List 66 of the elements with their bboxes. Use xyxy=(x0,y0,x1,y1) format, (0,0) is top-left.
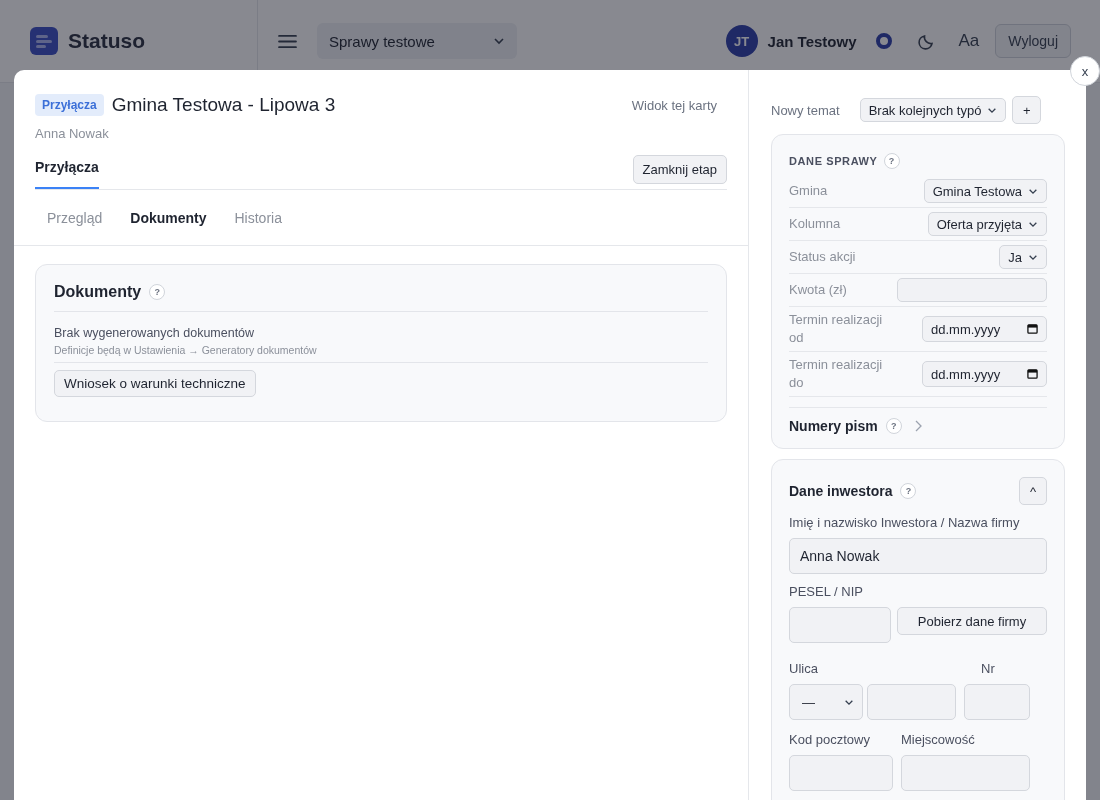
amount-field[interactable] xyxy=(897,278,1047,302)
topic-select[interactable]: Brak kolejnych typó xyxy=(859,98,1007,122)
user-avatar[interactable]: JT xyxy=(725,25,758,57)
chevron-right-icon[interactable] xyxy=(913,420,922,432)
street-field[interactable] xyxy=(867,684,956,720)
logo-icon xyxy=(30,27,58,55)
number-field[interactable] xyxy=(964,684,1030,720)
field-label: Imię i nazwisko Inwestora / Nazwa firmy xyxy=(789,515,1021,530)
section-title: Dane inwestora xyxy=(789,483,893,499)
select-field[interactable]: Gmina Testowa xyxy=(923,179,1047,203)
logo-text: Statuso xyxy=(68,29,145,53)
fetch-company-button[interactable]: Pobierz dane firmy xyxy=(897,607,1047,635)
empty-message: Brak wygenerowanych dokumentów xyxy=(54,326,256,340)
field-label: Ulica xyxy=(789,661,818,676)
pesel-field[interactable] xyxy=(789,607,891,643)
generate-document-button[interactable]: Wniosek o warunki techniczne xyxy=(54,370,256,397)
field-label: Gmina xyxy=(789,182,829,200)
help-icon[interactable]: ? xyxy=(885,418,902,434)
tab[interactable]: Dokumenty xyxy=(130,210,207,226)
section-title: DANE SPRAWY xyxy=(789,155,878,167)
date-field[interactable]: dd.mm.yyyy xyxy=(922,316,1047,342)
menu-icon[interactable] xyxy=(278,33,297,49)
city-field[interactable] xyxy=(901,755,1030,791)
field-label: Miejscowość xyxy=(901,732,975,747)
field-label: Status akcji xyxy=(789,248,857,266)
card-view-link[interactable]: Widok tej karty xyxy=(631,97,717,113)
user-name: Jan Testowy xyxy=(767,32,857,50)
chevron-down-icon xyxy=(1028,253,1038,261)
postal-code-field[interactable] xyxy=(789,755,893,791)
section-title: Dokumenty xyxy=(54,283,142,301)
font-size-button[interactable]: Aa xyxy=(952,31,986,51)
collapse-button[interactable]: ^ xyxy=(1019,477,1047,505)
chevron-down-icon xyxy=(1028,220,1038,228)
field-label: Kolumna xyxy=(789,215,842,233)
name-field[interactable]: Anna Nowak xyxy=(789,538,1047,574)
close-stage-button[interactable]: Zamknij etap xyxy=(632,154,727,184)
logout-button[interactable]: Wyloguj xyxy=(995,24,1071,58)
section-title: Numery pism xyxy=(789,418,878,434)
calendar-icon[interactable] xyxy=(1027,323,1038,334)
stage-tab[interactable]: Przyłącza xyxy=(35,149,99,189)
field-label: Kod pocztowy xyxy=(789,732,871,747)
field-label: Nowy temat xyxy=(771,102,840,118)
chevron-down-icon xyxy=(987,106,998,114)
field-label: Termin realizacji od xyxy=(789,311,884,347)
select-field[interactable]: Ja xyxy=(999,245,1047,269)
ring-icon[interactable] xyxy=(874,32,893,50)
field-label: Nr xyxy=(981,661,996,676)
date-field[interactable]: dd.mm.yyyy xyxy=(922,361,1047,387)
chevron-down-icon xyxy=(844,698,854,706)
calendar-icon[interactable] xyxy=(1027,368,1038,379)
hint-text: Definicje będą w Ustawienia → Generatory dokumentów xyxy=(54,344,318,356)
help-icon[interactable]: ? xyxy=(149,284,166,300)
select-field[interactable]: Oferta przyjęta xyxy=(927,212,1047,236)
help-icon[interactable]: ? xyxy=(900,483,917,499)
project-select[interactable]: Sprawy testowe xyxy=(317,23,517,59)
card-subtitle: Anna Nowak xyxy=(35,126,110,141)
field-label: PESEL / NIP xyxy=(789,584,864,599)
street-prefix-select[interactable]: — xyxy=(789,684,863,720)
field-label: Termin realizacji do xyxy=(789,356,884,392)
chevron-down-icon xyxy=(1028,187,1038,195)
chevron-down-icon xyxy=(493,37,505,45)
card-title: Gmina Testowa - Lipowa 3 xyxy=(111,94,336,116)
category-tag: Przyłącza xyxy=(35,94,104,116)
field-label: Kwota (zł) xyxy=(789,281,848,299)
help-icon[interactable]: ? xyxy=(883,153,900,169)
add-button[interactable]: + xyxy=(1012,96,1042,124)
